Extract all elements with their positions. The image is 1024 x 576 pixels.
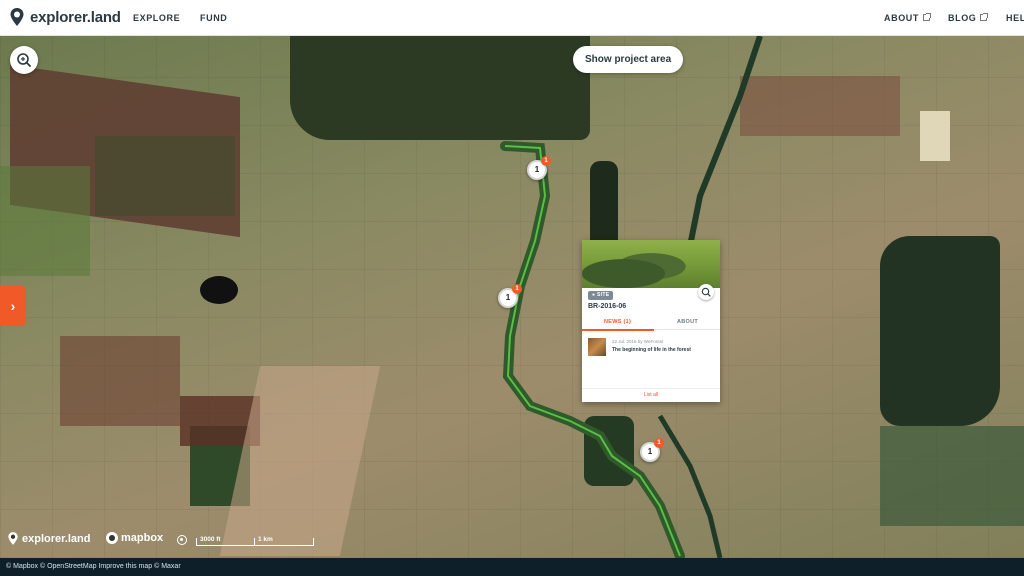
list-all-link[interactable]: List all (582, 388, 720, 402)
nav-help[interactable]: HEL (1006, 13, 1024, 23)
tab-news[interactable]: NEWS (1) (604, 319, 631, 325)
top-navigation: explorer.land EXPLORE FUND ABOUT BLOG HE… (0, 0, 1024, 36)
nav-blog[interactable]: BLOG (948, 13, 989, 23)
active-tab-indicator (582, 329, 654, 331)
scale-label-km: 1 km (258, 536, 273, 543)
mapbox-logo[interactable]: mapbox (106, 532, 163, 544)
news-meta: 22 Jul. 2016 by WeForest (612, 339, 664, 344)
nav-explore[interactable]: EXPLORE (133, 13, 180, 23)
satellite-map[interactable]: 1 1 1 1 1 1 (0, 36, 1024, 558)
nav-fund[interactable]: FUND (200, 13, 227, 23)
mapbox-text: mapbox (121, 532, 164, 544)
site-marker[interactable]: 1 1 (498, 284, 522, 308)
map-attribution: © Mapbox © OpenStreetMap Improve this ma… (0, 558, 1024, 576)
brand-text: explorer.land (22, 532, 91, 545)
attribution-improve[interactable]: Improve this map (98, 563, 152, 570)
site-badge: ● SITE (588, 291, 614, 300)
tab-about[interactable]: ABOUT (677, 319, 698, 325)
explorer-land-watermark[interactable]: explorer.land (8, 532, 90, 545)
map-scale: 3000 ft 1 km (196, 536, 316, 550)
external-link-icon (980, 13, 989, 21)
marker-badge: 1 (654, 438, 664, 448)
nav-about-label: ABOUT (884, 13, 919, 23)
zoom-in-icon (701, 287, 711, 297)
external-link-icon (923, 13, 931, 21)
attribution-mapbox[interactable]: © Mapbox (6, 563, 38, 570)
news-title: The beginning of life in the forest (612, 347, 691, 353)
scale-tick (196, 538, 197, 546)
logo[interactable]: explorer.land (10, 8, 121, 26)
scale-tick (254, 538, 255, 546)
scale-line (196, 545, 314, 546)
marker-badge: 1 (541, 156, 551, 166)
marker-count: 1 (505, 293, 511, 302)
zoom-in-icon (17, 53, 31, 67)
show-project-area-button[interactable]: Show project area (573, 46, 684, 73)
chevron-right-icon: › (10, 298, 16, 314)
site-badge-label: SITE (597, 292, 610, 298)
locate-icon[interactable] (177, 535, 187, 545)
marker-count: 1 (647, 447, 653, 456)
card-tabs: NEWS (1) ABOUT (582, 316, 720, 330)
site-popup-card: ● SITE BR-2016-06 NEWS (1) ABOUT 22 Jul.… (582, 240, 720, 402)
attribution-osm[interactable]: © OpenStreetMap (40, 563, 97, 570)
logo-text: explorer.land (30, 8, 121, 26)
zoom-search-button[interactable] (10, 46, 38, 74)
map-pin-icon (10, 8, 24, 26)
site-marker[interactable]: 1 1 (640, 438, 664, 462)
site-title: BR-2016-06 (588, 303, 627, 310)
marker-count: 1 (534, 165, 540, 174)
site-marker[interactable]: 1 1 (527, 156, 551, 180)
map-pin-icon (8, 532, 18, 545)
sidebar-toggle-button[interactable]: › (0, 286, 26, 326)
mapbox-icon (106, 532, 118, 544)
card-zoom-button[interactable] (698, 284, 714, 300)
marker-badge: 1 (512, 284, 522, 294)
scale-label-ft: 3000 ft (200, 536, 221, 543)
news-item[interactable]: 22 Jul. 2016 by WeForest The beginning o… (588, 338, 716, 358)
nav-blog-label: BLOG (948, 13, 977, 23)
news-thumbnail (588, 338, 606, 356)
site-photo (582, 240, 720, 288)
attribution-maxar[interactable]: © Maxar (154, 563, 181, 570)
nav-about[interactable]: ABOUT (884, 13, 931, 23)
scale-tick (313, 538, 314, 546)
